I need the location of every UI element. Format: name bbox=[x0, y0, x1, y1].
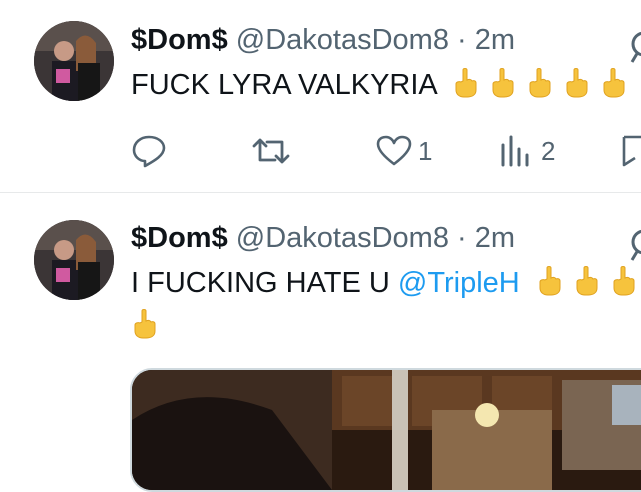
tweet-text-body: I FUCKING HATE U bbox=[131, 267, 398, 299]
tweet-text-continued bbox=[131, 305, 168, 347]
separator: · bbox=[457, 222, 467, 254]
tweet-text: I FUCKING HATE U @TripleH bbox=[131, 262, 641, 304]
middle-finger-emoji bbox=[573, 266, 601, 296]
mention-link[interactable]: @TripleH bbox=[398, 267, 520, 299]
middle-finger-emoji bbox=[536, 266, 564, 296]
tweet-header: $Dom$ @DakotasDom8 · 2m bbox=[131, 218, 515, 258]
display-name[interactable]: $Dom$ bbox=[131, 222, 228, 254]
middle-finger-emoji bbox=[610, 266, 638, 296]
grok-icon[interactable] bbox=[626, 226, 641, 267]
emoji-row bbox=[536, 266, 641, 299]
emoji-row bbox=[131, 309, 168, 342]
handle[interactable]: @DakotasDom8 bbox=[236, 222, 449, 254]
middle-finger-emoji bbox=[131, 309, 159, 339]
timestamp[interactable]: 2m bbox=[475, 222, 515, 254]
avatar[interactable] bbox=[34, 220, 114, 300]
tweet-media[interactable] bbox=[130, 368, 641, 492]
tweet[interactable]: $Dom$ @DakotasDom8 · 2m I FUCKING HATE U… bbox=[0, 0, 641, 492]
